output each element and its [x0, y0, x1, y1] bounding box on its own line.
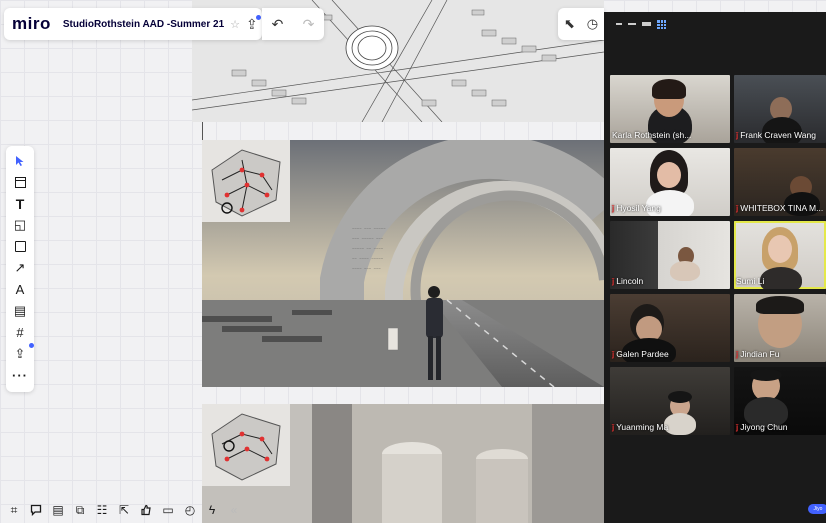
- upload-icon[interactable]: ⇪: [246, 14, 261, 33]
- collapse-icon[interactable]: «: [224, 500, 244, 520]
- redo-icon[interactable]: ↷: [303, 16, 315, 33]
- participant-name: ǰ Hyosil Yang: [612, 203, 661, 213]
- muted-mic-icon: ǰ: [612, 349, 615, 359]
- reactions-icon[interactable]: [136, 500, 156, 520]
- more-tools[interactable]: ···: [9, 365, 31, 387]
- pen-tool[interactable]: A: [9, 279, 31, 301]
- frames-icon[interactable]: ⌗: [4, 500, 24, 520]
- svg-text:~~ ~~~~ ~~~~~: ~~ ~~~~ ~~~~~: [352, 258, 384, 262]
- participant-name: ǰ Yuanming Ma: [612, 422, 669, 432]
- voting-icon[interactable]: ϟ: [202, 500, 222, 520]
- participant-tile[interactable]: ǰ Jindian Fu: [734, 294, 826, 362]
- participant-tile-active-speaker[interactable]: Sumi Li: [734, 221, 826, 289]
- muted-mic-icon: ǰ: [736, 422, 739, 432]
- share-icon[interactable]: ⇱: [114, 500, 134, 520]
- collaboration-controls: ⬉ ◷: [558, 8, 604, 40]
- undo-redo-bar: ↶ ↷: [262, 8, 324, 40]
- board-image-render-tunnel[interactable]: ~~~~ ~~~ ~~~~~ ~~~ ~~~~~ ~~~ ~~~~~ ~~ ~~…: [202, 140, 604, 387]
- participant-tile[interactable]: ǰ Yuanming Ma: [610, 367, 730, 435]
- comments-icon[interactable]: [26, 500, 46, 520]
- participant-name: Sumi Li: [736, 276, 765, 286]
- chat-icon[interactable]: ▤: [48, 500, 68, 520]
- participant-tile[interactable]: ǰ Hyosil Yang: [610, 148, 730, 216]
- cursor-icon[interactable]: ⬉: [564, 16, 575, 32]
- participant-tile[interactable]: Karla Rothstein (sh...: [610, 75, 730, 143]
- muted-mic-icon: ǰ: [736, 203, 739, 213]
- board-name[interactable]: StudioRothstein AAD -Summer 21: [63, 19, 224, 30]
- cards-icon[interactable]: ☷: [92, 500, 112, 520]
- screen-share-icon[interactable]: ⧉: [70, 500, 90, 520]
- participant-name: ǰ Frank Craven Wang: [736, 130, 816, 140]
- board-separator: [202, 122, 203, 140]
- muted-mic-icon: ǰ: [612, 422, 615, 432]
- participant-tile[interactable]: ǰ Lincoln: [610, 221, 730, 289]
- svg-text:~~~ ~~~~~ ~~~: ~~~ ~~~~~ ~~~: [352, 238, 384, 242]
- select-tool[interactable]: [9, 150, 31, 172]
- muted-mic-icon: ǰ: [736, 130, 739, 140]
- speaker-view-icon[interactable]: [628, 23, 636, 25]
- zoom-gallery-window: Karla Rothstein (sh... ǰ Frank Craven Wan…: [604, 12, 826, 523]
- svg-text:~~~~ ~~~ ~~~: ~~~~ ~~~ ~~~: [352, 268, 381, 272]
- miro-logo[interactable]: miro: [12, 14, 51, 34]
- frame-tool[interactable]: #: [9, 322, 31, 344]
- participant-name: ǰ WHITEBOX TINA M...: [736, 203, 824, 213]
- star-icon[interactable]: ☆: [230, 18, 240, 31]
- gallery-view-icon[interactable]: [657, 19, 666, 29]
- timer-icon[interactable]: ◷: [587, 16, 598, 32]
- templates-tool[interactable]: [9, 172, 31, 194]
- participant-tile[interactable]: ǰ Jiyong Chun: [734, 367, 826, 435]
- upload-tool[interactable]: ⇪: [9, 342, 34, 366]
- participant-tile[interactable]: ǰ WHITEBOX TINA M...: [734, 148, 826, 216]
- participant-name: ǰ Jindian Fu: [736, 349, 780, 359]
- participant-name: ǰ Lincoln: [612, 276, 644, 286]
- undo-icon[interactable]: ↶: [272, 16, 284, 33]
- comment-tool[interactable]: ▤: [9, 301, 31, 323]
- strip-view-icon[interactable]: [642, 22, 651, 26]
- minimize-view-icon[interactable]: [616, 23, 622, 25]
- line-tool[interactable]: ↗: [9, 258, 31, 280]
- muted-mic-icon: ǰ: [612, 203, 615, 213]
- svg-text:~~~~ ~~~ ~~~~~: ~~~~ ~~~ ~~~~~: [352, 228, 386, 232]
- timer-icon[interactable]: ◴: [180, 500, 200, 520]
- user-cursor-badge: Jiyo: [808, 504, 826, 514]
- participant-tile[interactable]: ǰ Frank Craven Wang: [734, 75, 826, 143]
- text-tool[interactable]: T: [9, 193, 31, 215]
- muted-mic-icon: ǰ: [736, 349, 739, 359]
- board-image-bottom[interactable]: [202, 404, 604, 523]
- participant-name: ǰ Galen Pardee: [612, 349, 669, 359]
- sticky-note-tool[interactable]: ◱: [9, 215, 31, 237]
- muted-mic-icon: ǰ: [612, 276, 615, 286]
- participant-name: Karla Rothstein (sh...: [612, 130, 692, 140]
- video-icon[interactable]: ▭: [158, 500, 178, 520]
- svg-text:~~~~~ ~~ ~~~~: ~~~~~ ~~ ~~~~: [352, 248, 384, 252]
- bottom-toolbar: ⌗ ▤ ⧉ ☷ ⇱ ▭ ◴ ϟ «: [4, 498, 244, 522]
- zoom-view-controls: [604, 12, 826, 36]
- shape-tool[interactable]: [9, 236, 31, 258]
- board-header: miro StudioRothstein AAD -Summer 21 ☆ ⇪: [4, 8, 262, 40]
- participant-name: ǰ Jiyong Chun: [736, 422, 788, 432]
- left-toolbar: T ◱ ↗ A ▤ # ⇪ ···: [6, 146, 34, 392]
- participant-tile[interactable]: ǰ Galen Pardee: [610, 294, 730, 362]
